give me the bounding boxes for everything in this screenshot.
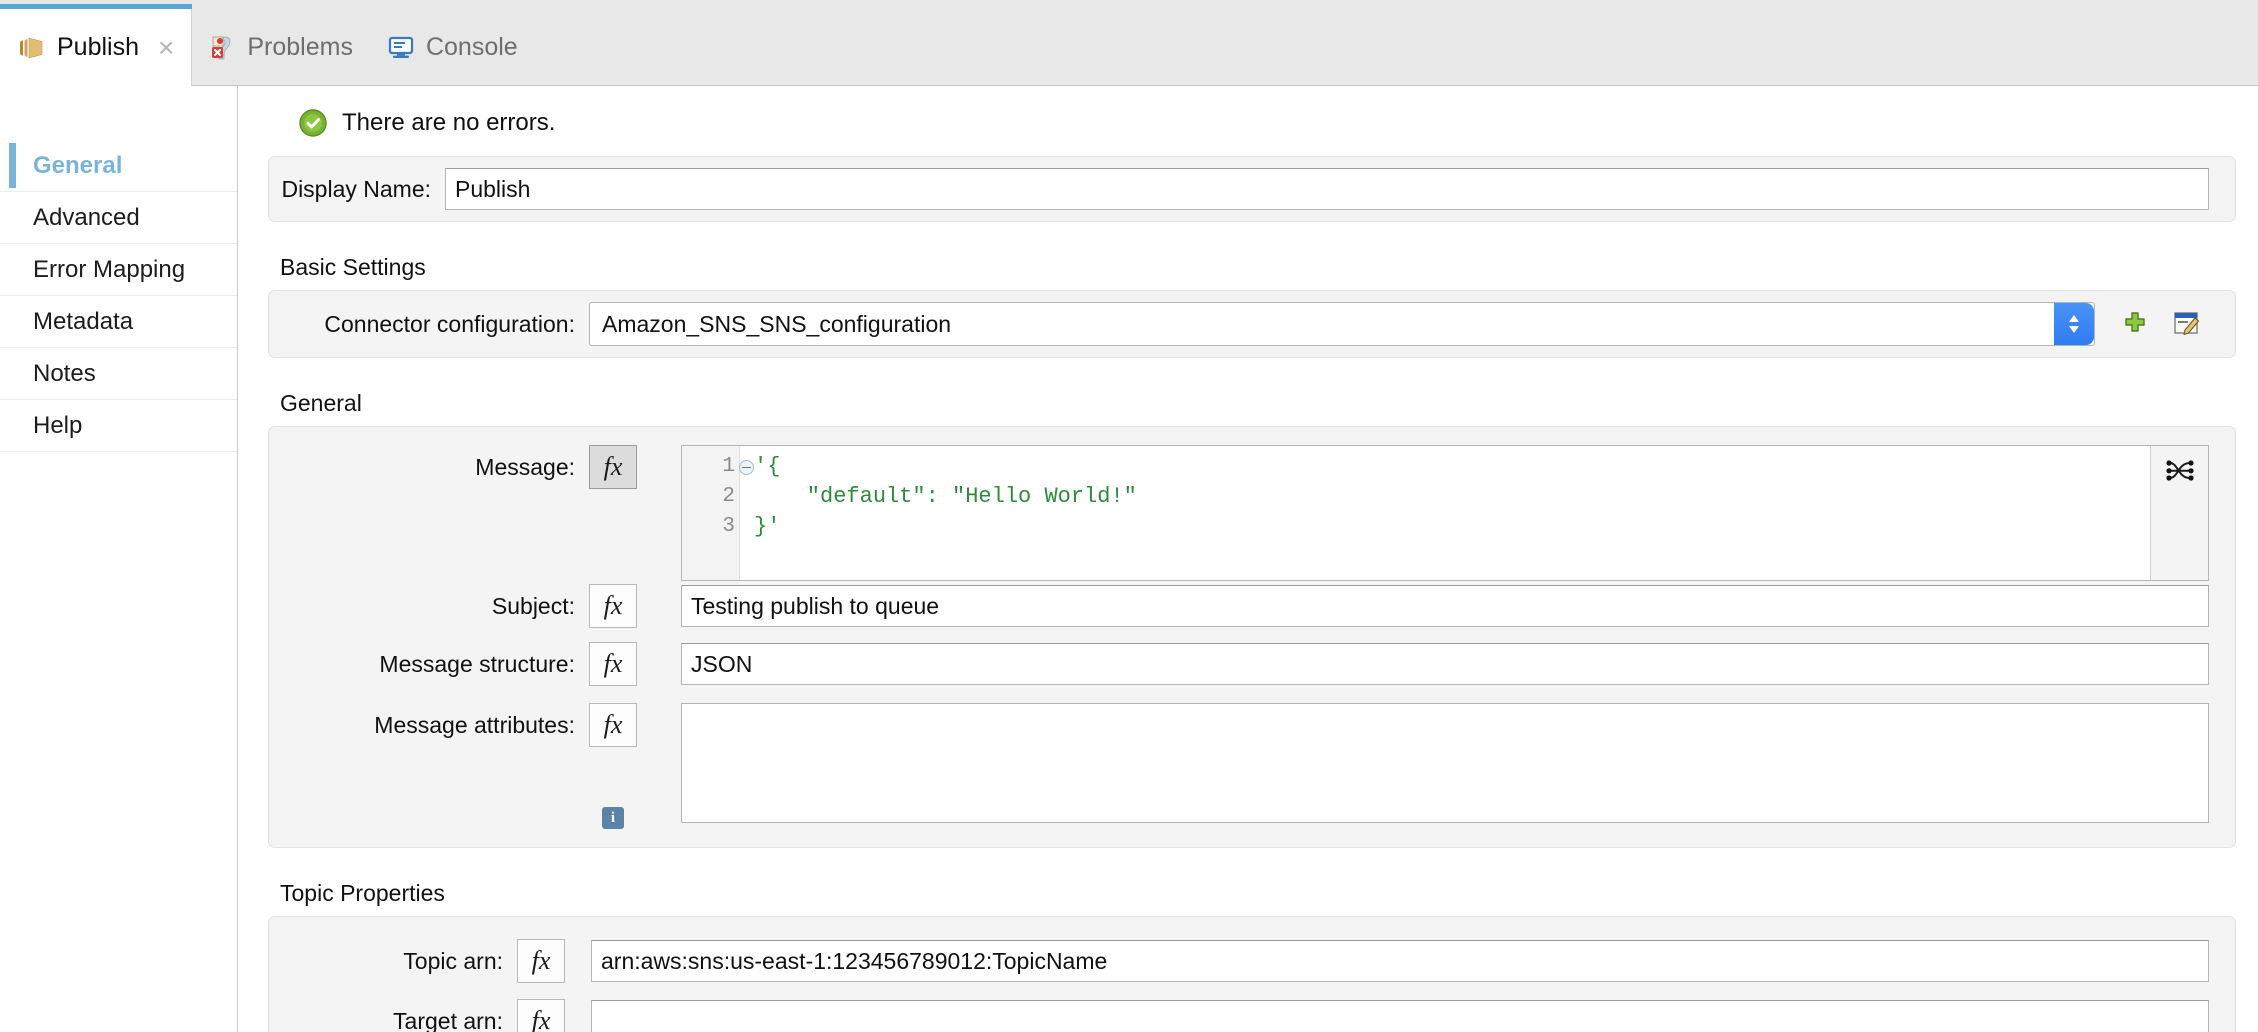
tab-problems[interactable]: Problems — [192, 9, 371, 85]
editor-body: General Advanced Error Mapping Metadata … — [0, 86, 2258, 1032]
problems-icon — [208, 33, 236, 61]
sidebar-item-general[interactable]: General — [0, 140, 237, 192]
sidebar-item-label: Error Mapping — [33, 255, 186, 283]
sidebar-item-label: Help — [33, 411, 83, 439]
settings-content: There are no errors. Display Name: Basic… — [238, 86, 2258, 1032]
subject-fx-button[interactable]: fx — [589, 584, 637, 628]
target-arn-label: Target arn: — [393, 1007, 503, 1032]
display-name-label: Display Name: — [281, 175, 431, 202]
topic-properties-panel: Topic arn: fx Target arn: fx — [268, 916, 2236, 1032]
message-structure-label: Message structure: — [379, 650, 575, 677]
general-panel: Message: fx 1 2 3 '{ "default": "Hello W… — [268, 426, 2236, 848]
message-attributes-fx-button[interactable]: fx — [589, 703, 637, 747]
message-label: Message: — [475, 454, 575, 480]
validation-status: There are no errors. — [268, 86, 2258, 156]
target-arn-fx-button[interactable]: fx — [517, 999, 565, 1032]
settings-sidebar: General Advanced Error Mapping Metadata … — [0, 86, 238, 1032]
topic-arn-fx-button[interactable]: fx — [517, 939, 565, 983]
success-check-icon — [298, 108, 328, 138]
message-code-editor[interactable]: 1 2 3 '{ "default": "Hello World!" }' — [681, 445, 2209, 581]
line-number: 2 — [722, 485, 735, 508]
status-text: There are no errors. — [342, 109, 556, 136]
aws-sns-icon — [16, 33, 46, 63]
display-name-panel: Display Name: — [268, 156, 2236, 222]
line-number: 1 — [694, 452, 754, 482]
sidebar-item-label: General — [33, 151, 123, 179]
connector-config-select[interactable]: Amazon_SNS_SNS_configuration — [589, 302, 2095, 346]
sidebar-item-label: Metadata — [33, 307, 134, 335]
topic-arn-label: Topic arn: — [403, 947, 503, 974]
sidebar-item-help[interactable]: Help — [0, 400, 237, 452]
topic-properties-title: Topic Properties — [280, 880, 445, 906]
message-structure-input[interactable] — [681, 643, 2209, 685]
editor-side-toolbar — [2150, 446, 2208, 580]
sidebar-item-label: Notes — [33, 359, 96, 387]
sidebar-item-advanced[interactable]: Advanced — [0, 192, 237, 244]
line-number: 3 — [722, 515, 735, 538]
edit-icon[interactable] — [2165, 302, 2209, 346]
connector-config-label: Connector configuration: — [324, 310, 575, 337]
sidebar-item-label: Advanced — [33, 203, 140, 231]
target-arn-input[interactable] — [591, 1000, 2209, 1032]
message-structure-fx-button[interactable]: fx — [589, 642, 637, 686]
display-name-input[interactable] — [445, 168, 2209, 210]
sidebar-item-error-mapping[interactable]: Error Mapping — [0, 244, 237, 296]
console-icon — [387, 33, 415, 61]
basic-settings-panel: Connector configuration: Amazon_SNS_SNS_… — [268, 290, 2236, 358]
sidebar-item-metadata[interactable]: Metadata — [0, 296, 237, 348]
message-attributes-input[interactable] — [681, 703, 2209, 823]
dataweave-transform-icon[interactable] — [2164, 456, 2196, 491]
subject-input[interactable] — [681, 585, 2209, 627]
close-icon[interactable]: × — [158, 33, 174, 62]
chevron-updown-icon[interactable] — [2054, 303, 2094, 345]
message-attributes-label: Message attributes: — [374, 712, 575, 738]
editor-line-numbers: 1 2 3 — [694, 446, 754, 580]
message-code-value[interactable]: '{ "default": "Hello World!" }' — [740, 446, 2150, 580]
tab-console[interactable]: Console — [371, 9, 536, 85]
basic-settings-title: Basic Settings — [280, 254, 426, 280]
editor-left-margin — [682, 446, 694, 580]
editor-tab-bar: Publish × Problems Console — [0, 0, 2258, 86]
tab-label: Publish — [57, 33, 139, 61]
sidebar-item-notes[interactable]: Notes — [0, 348, 237, 400]
message-fx-button[interactable]: fx — [589, 445, 637, 489]
connector-config-value: Amazon_SNS_SNS_configuration — [602, 310, 952, 337]
info-icon[interactable]: i — [602, 807, 624, 829]
tab-publish[interactable]: Publish × — [0, 4, 193, 86]
tab-label: Problems — [247, 32, 353, 61]
tab-label: Console — [425, 32, 518, 61]
plus-icon[interactable] — [2113, 302, 2157, 346]
general-section-title: General — [280, 390, 362, 416]
subject-label: Subject: — [491, 592, 575, 619]
code-fold-icon[interactable] — [739, 460, 754, 475]
topic-arn-input[interactable] — [591, 940, 2209, 982]
